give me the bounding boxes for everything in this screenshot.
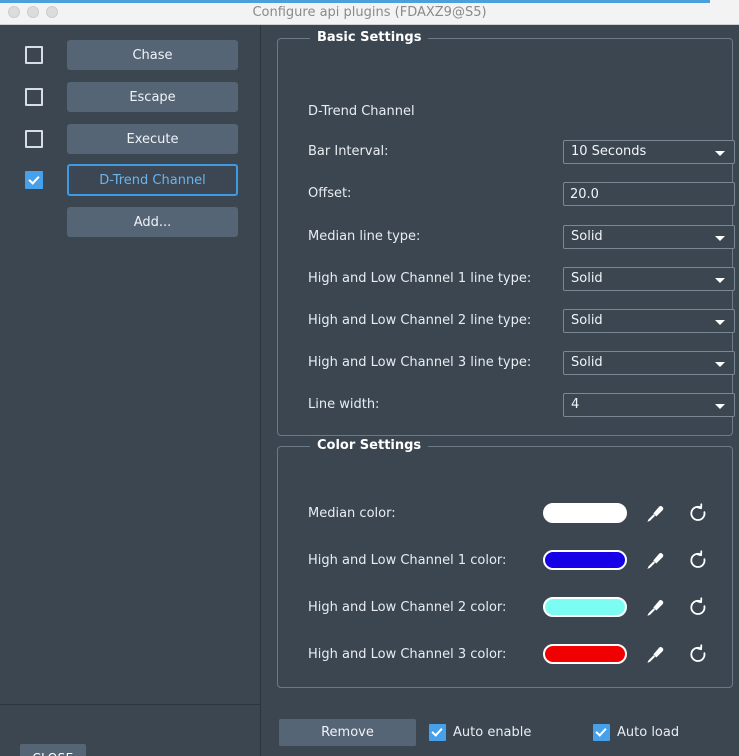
setting-row: Offset:: [278, 182, 732, 206]
setting-label: High and Low Channel 2 line type:: [308, 309, 531, 333]
reset-icon[interactable]: [686, 502, 710, 526]
setting-dropdown-value: Solid: [571, 226, 603, 248]
color-row: High and Low Channel 3 color:: [278, 644, 732, 666]
basic-settings-title: Basic Settings: [310, 30, 428, 45]
setting-dropdown[interactable]: 4: [563, 393, 735, 417]
chevron-down-icon: [715, 236, 725, 241]
sidebar-divider: [0, 704, 260, 705]
auto-enable-checkbox-box[interactable]: [429, 724, 446, 741]
setting-row: High and Low Channel 3 line type: Solid: [278, 351, 732, 375]
color-label: High and Low Channel 1 color:: [308, 550, 506, 572]
setting-dropdown[interactable]: Solid: [563, 351, 735, 375]
setting-text-input[interactable]: [563, 182, 735, 206]
chevron-down-icon: [715, 151, 725, 156]
color-label: High and Low Channel 2 color:: [308, 597, 506, 619]
eyedropper-icon[interactable]: [643, 549, 667, 573]
setting-dropdown[interactable]: Solid: [563, 267, 735, 291]
setting-row: Bar Interval: 10 Seconds: [278, 140, 732, 164]
configure-plugins-window: Configure api plugins (FDAXZ9@S5) Chase E…: [0, 0, 739, 756]
chevron-down-icon: [715, 278, 725, 283]
eyedropper-icon[interactable]: [643, 643, 667, 667]
setting-label: High and Low Channel 1 line type:: [308, 267, 531, 291]
color-row: High and Low Channel 1 color:: [278, 550, 732, 572]
basic-settings-group: Basic Settings D-Trend Channel Bar Inter…: [277, 38, 733, 436]
color-swatch[interactable]: [543, 644, 627, 664]
color-swatch[interactable]: [543, 597, 627, 617]
eyedropper-icon[interactable]: [643, 596, 667, 620]
title-bar: Configure api plugins (FDAXZ9@S5): [0, 0, 739, 25]
setting-dropdown-value: Solid: [571, 268, 603, 290]
color-settings-title: Color Settings: [310, 438, 428, 453]
setting-dropdown[interactable]: Solid: [563, 225, 735, 249]
plugin-sidebar: ChaseEscapeExecuteD-Trend ChannelAdd... …: [0, 25, 261, 756]
color-swatch[interactable]: [543, 503, 627, 523]
plugin-row: Execute: [0, 123, 260, 155]
plugin-row: D-Trend Channel: [0, 164, 260, 196]
setting-label: Line width:: [308, 393, 379, 417]
add-plugin-button[interactable]: Add...: [67, 207, 238, 237]
color-label: High and Low Channel 3 color:: [308, 644, 506, 666]
auto-enable-checkbox[interactable]: Auto enable: [429, 724, 531, 741]
plugin-select-button[interactable]: Escape: [67, 82, 238, 112]
setting-row: Line width: 4: [278, 393, 732, 417]
close-button[interactable]: CLOSE: [20, 744, 86, 756]
setting-dropdown-value: 10 Seconds: [571, 141, 646, 163]
color-label: Median color:: [308, 503, 396, 525]
setting-dropdown-value: Solid: [571, 310, 603, 332]
setting-dropdown[interactable]: Solid: [563, 309, 735, 333]
setting-dropdown-value: 4: [571, 394, 579, 416]
chevron-down-icon: [715, 362, 725, 367]
setting-row: High and Low Channel 1 line type: Solid: [278, 267, 732, 291]
reset-icon[interactable]: [686, 549, 710, 573]
reset-icon[interactable]: [686, 596, 710, 620]
plugin-row: Escape: [0, 81, 260, 113]
auto-load-checkbox[interactable]: Auto load: [593, 724, 679, 741]
chevron-down-icon: [715, 404, 725, 409]
auto-load-checkbox-box[interactable]: [593, 724, 610, 741]
plugin-row: Chase: [0, 39, 260, 71]
setting-label: High and Low Channel 3 line type:: [308, 351, 531, 375]
remove-button[interactable]: Remove: [279, 719, 416, 746]
setting-row: Median line type: Solid: [278, 225, 732, 249]
plugin-enable-checkbox[interactable]: [25, 130, 43, 148]
plugin-select-button[interactable]: D-Trend Channel: [67, 164, 238, 196]
reset-icon[interactable]: [686, 643, 710, 667]
add-plugin-row: Add...: [0, 206, 260, 238]
plugin-name-label: D-Trend Channel: [308, 104, 415, 119]
color-row: High and Low Channel 2 color:: [278, 597, 732, 619]
setting-row: High and Low Channel 2 line type: Solid: [278, 309, 732, 333]
setting-label: Median line type:: [308, 225, 420, 249]
setting-dropdown-value: Solid: [571, 352, 603, 374]
setting-dropdown[interactable]: 10 Seconds: [563, 140, 735, 164]
plugin-enable-checkbox[interactable]: [25, 46, 43, 64]
auto-load-label: Auto load: [617, 725, 679, 740]
main-panel: Basic Settings D-Trend Channel Bar Inter…: [262, 25, 739, 756]
color-swatch[interactable]: [543, 550, 627, 570]
plugin-select-button[interactable]: Execute: [67, 124, 238, 154]
plugin-enable-checkbox[interactable]: [25, 88, 43, 106]
chevron-down-icon: [715, 320, 725, 325]
auto-enable-label: Auto enable: [453, 725, 531, 740]
color-settings-group: Color Settings Median color:High and Low…: [277, 446, 733, 688]
color-row: Median color:: [278, 503, 732, 525]
setting-label: Offset:: [308, 182, 351, 206]
eyedropper-icon[interactable]: [643, 502, 667, 526]
plugin-enable-checkbox[interactable]: [25, 171, 43, 189]
window-title: Configure api plugins (FDAXZ9@S5): [0, 0, 739, 25]
setting-label: Bar Interval:: [308, 140, 389, 164]
plugin-select-button[interactable]: Chase: [67, 40, 238, 70]
